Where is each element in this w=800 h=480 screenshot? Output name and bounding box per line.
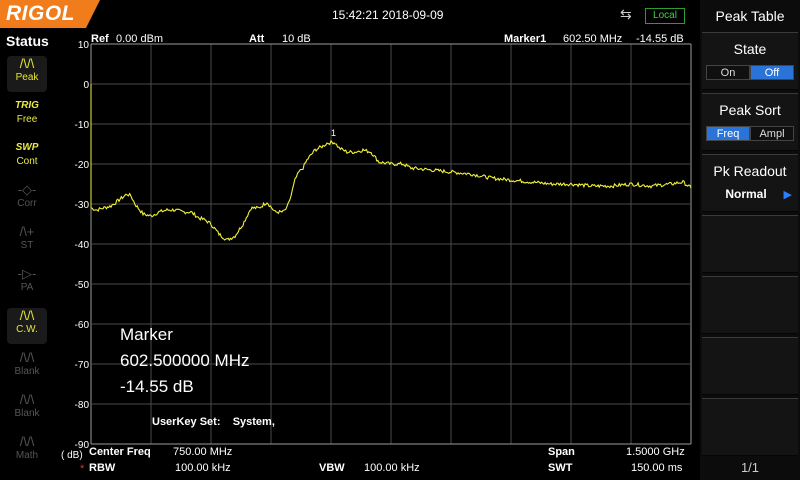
submenu-arrow-icon: ▶	[783, 189, 792, 201]
rbw-label: RBW	[89, 462, 116, 474]
marker-label: Marker1	[504, 33, 546, 45]
empty-softkey[interactable]	[702, 398, 798, 456]
y-tick-label: -70	[75, 360, 90, 371]
y-tick-label: 10	[78, 40, 90, 51]
pk-readout-softkey[interactable]: Pk Readout Normal ▶	[702, 154, 798, 212]
local-indicator[interactable]: Local	[645, 8, 685, 24]
state-off-option[interactable]: Off	[750, 65, 794, 80]
y-axis-ticks: 100-10-20-30-40-50-60-70-80-90	[75, 40, 90, 451]
status-title: Status	[6, 33, 49, 49]
center-freq-value[interactable]: 750.00 MHz	[173, 446, 232, 458]
span-value[interactable]: 1.5000 GHz	[626, 446, 685, 458]
rbw-value[interactable]: 100.00 kHz	[175, 462, 231, 474]
y-tick-label: -30	[75, 200, 90, 211]
empty-softkey[interactable]	[702, 215, 798, 273]
vbw-label: VBW	[319, 462, 345, 474]
status-peak-icon[interactable]: /\/\ Peak	[7, 56, 47, 92]
y-tick-label: -50	[75, 280, 90, 291]
y-tick-label: -60	[75, 320, 90, 331]
marker-freq-readout: 602.50 MHz	[563, 33, 622, 45]
rbw-manual-star: *	[80, 463, 85, 475]
softkey-panel: Peak Table State On Off Peak Sort Freq A…	[700, 0, 800, 480]
top-bar: RIGOL 15:42:21 2018-09-09 ⇆ Local	[0, 0, 700, 30]
empty-softkey[interactable]	[702, 337, 798, 395]
y-tick-label: -20	[75, 160, 90, 171]
clock: 15:42:21 2018-09-09	[332, 8, 444, 22]
ref-label: Ref	[91, 33, 109, 45]
swt-label: SWT	[548, 462, 573, 474]
state-softkey[interactable]: State On Off	[702, 32, 798, 90]
marker-ampl-readout: -14.55 dB	[636, 33, 684, 45]
status-blank-icon[interactable]: /\/\ Blank	[7, 392, 47, 428]
marker-info-ampl: -14.55 dB	[120, 377, 194, 396]
pk-readout-label: Pk Readout	[713, 163, 787, 179]
y-tick-label: -10	[75, 120, 90, 131]
status-blank-icon[interactable]: /\/\ Blank	[7, 350, 47, 386]
att-label: Att	[249, 33, 265, 45]
vbw-value[interactable]: 100.00 kHz	[364, 462, 420, 474]
marker-info-freq: 602.500000 MHz	[120, 351, 249, 370]
status-math-icon[interactable]: /\/\ Math	[7, 434, 47, 470]
sort-ampl-option[interactable]: Ampl	[750, 126, 794, 141]
marker-number: 1	[331, 128, 336, 138]
spectrum-display: 100-10-20-30-40-50-60-70-80-90 Ref 0.00 …	[61, 33, 692, 475]
state-label: State	[733, 41, 767, 57]
empty-softkey[interactable]	[702, 276, 798, 334]
status-st-icon[interactable]: /\+ ST	[7, 224, 47, 260]
status-pa-icon[interactable]: -▷- PA	[7, 266, 47, 302]
swt-value[interactable]: 150.00 ms	[631, 462, 683, 474]
status-corr-icon[interactable]: -◇- Corr	[7, 182, 47, 218]
pk-readout-value: Normal	[725, 187, 767, 201]
rigol-logo: RIGOL	[0, 0, 86, 28]
att-value[interactable]: 10 dB	[282, 33, 311, 45]
usb-icon: ⇆	[620, 6, 632, 22]
y-tick-label: -80	[75, 400, 90, 411]
peak-sort-softkey[interactable]: Peak Sort Freq Ampl	[702, 93, 798, 151]
status-trig-icon[interactable]: TRIG Free	[7, 98, 47, 134]
status-cw-icon[interactable]: /\/\ C.W.	[7, 308, 47, 344]
state-on-option[interactable]: On	[706, 65, 750, 80]
center-freq-label: Center Freq	[89, 446, 151, 458]
span-label: Span	[548, 446, 575, 458]
menu-title: Peak Table	[715, 8, 785, 24]
userkey-set: UserKey Set: System,	[152, 416, 275, 428]
y-unit: ( dB)	[61, 450, 83, 461]
logo-notch	[86, 0, 100, 28]
page-indicator: 1/1	[740, 460, 760, 475]
status-panel: Status /\/\ Peak TRIG Free SWP Cont -◇- …	[0, 30, 54, 480]
y-tick-label: -40	[75, 240, 90, 251]
sort-freq-option[interactable]: Freq	[706, 126, 750, 141]
y-tick-label: 0	[83, 80, 89, 91]
marker-info-title: Marker	[120, 325, 173, 344]
ref-value[interactable]: 0.00 dBm	[116, 33, 163, 45]
status-sweep-icon[interactable]: SWP Cont	[7, 140, 47, 176]
peak-sort-label: Peak Sort	[719, 102, 781, 118]
